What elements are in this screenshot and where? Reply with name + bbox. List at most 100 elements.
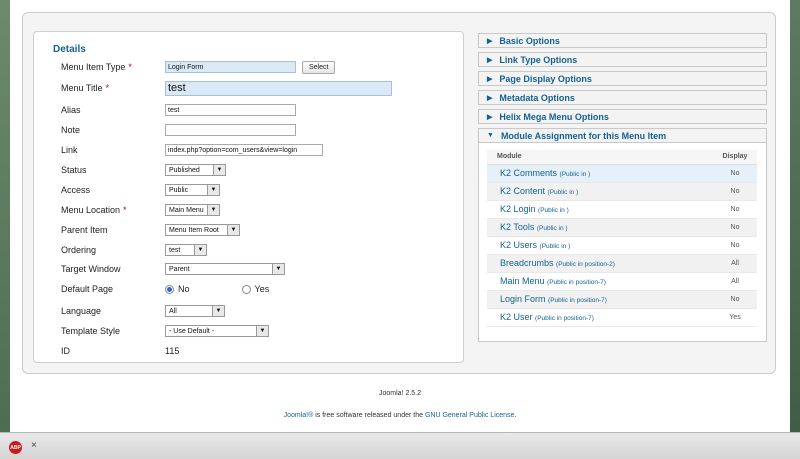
id-label: ID: [61, 346, 70, 356]
status-select[interactable]: Published ▼: [165, 164, 226, 176]
ordering-select[interactable]: test ▼: [165, 244, 207, 256]
joomla-link[interactable]: Joomla!®: [284, 412, 314, 419]
menu-item-type-row: Menu Item Type * Login Form Select: [61, 60, 336, 74]
display-column-header: Display: [713, 150, 757, 165]
module-cell[interactable]: K2 Content (Public in ): [487, 182, 713, 201]
table-row: Login Form (Public in position-7) No: [487, 290, 757, 309]
module-table: Module Display K2 Comments (Public in ) …: [487, 150, 757, 327]
display-cell: No: [713, 200, 757, 219]
display-cell: No: [713, 236, 757, 255]
select-button[interactable]: Select: [302, 60, 336, 74]
menu-item-type-label: Menu Item Type *: [61, 62, 132, 72]
chevron-right-icon: ▶: [487, 94, 493, 102]
default-page-label: Default Page: [61, 284, 114, 294]
module-cell[interactable]: K2 User (Public in position-7): [487, 308, 713, 327]
module-cell[interactable]: Login Form (Public in position-7): [487, 290, 713, 309]
ordering-label: Ordering: [61, 245, 97, 255]
table-row: K2 Content (Public in ) No: [487, 182, 757, 201]
chevron-down-icon: ▼: [194, 245, 206, 255]
panel-helix-mega-menu-options[interactable]: ▶ Helix Mega Menu Options: [478, 109, 767, 124]
alias-row: Alias test: [61, 103, 296, 117]
module-column-header: Module: [487, 150, 713, 165]
access-label: Access: [61, 185, 91, 195]
default-page-yes-radio[interactable]: Yes: [241, 284, 269, 294]
alias-label: Alias: [61, 105, 81, 115]
status-label: Status: [61, 165, 87, 175]
link-label: Link: [61, 145, 78, 155]
details-legend: Details: [51, 44, 88, 55]
id-row: ID 115: [61, 344, 179, 358]
chevron-down-icon: ▼: [256, 326, 268, 336]
background-right: [790, 0, 800, 459]
version-text: Joomla! 2.5.2: [378, 390, 422, 397]
note-input[interactable]: [165, 124, 296, 136]
radio-checked-icon: [165, 284, 174, 294]
details-fieldset: Details Menu Item Type * Login Form Selec…: [33, 31, 464, 363]
default-page-row: Default Page No Yes: [61, 282, 321, 296]
table-row: K2 Tools (Public in ) No: [487, 218, 757, 237]
browser-status-bar: ABP ×: [0, 432, 800, 459]
language-select[interactable]: All ▼: [165, 305, 225, 317]
menu-title-input[interactable]: test: [165, 80, 392, 96]
display-cell: Yes: [713, 308, 757, 327]
radio-unchecked-icon: [241, 284, 251, 294]
chevron-right-icon: ▶: [487, 113, 493, 121]
module-cell[interactable]: Main Menu (Public in position-7): [487, 272, 713, 291]
chevron-down-icon: ▼: [487, 132, 494, 139]
module-assignment-content: Module Display K2 Comments (Public in ) …: [478, 143, 767, 342]
module-cell[interactable]: K2 Comments (Public in ): [487, 164, 713, 183]
table-row: K2 Login (Public in ) No: [487, 200, 757, 219]
module-cell[interactable]: K2 Tools (Public in ): [487, 218, 713, 237]
adblock-icon[interactable]: ABP: [9, 441, 22, 454]
module-cell[interactable]: K2 Users (Public in ): [487, 236, 713, 255]
module-cell[interactable]: Breadcrumbs (Public in position-2): [487, 254, 713, 273]
panel-module-assignment[interactable]: ▼ Module Assignment for this Menu Item: [478, 128, 767, 143]
chevron-right-icon: ▶: [487, 37, 493, 45]
language-row: Language All ▼: [61, 304, 225, 318]
module-cell[interactable]: K2 Login (Public in ): [487, 200, 713, 219]
parent-item-label: Parent Item: [61, 225, 108, 235]
access-select[interactable]: Public ▼: [165, 184, 220, 196]
table-row: Breadcrumbs (Public in position-2) All: [487, 254, 757, 273]
display-cell: No: [713, 218, 757, 237]
target-window-row: Target Window Parent ▼: [61, 262, 285, 276]
chevron-down-icon: ▼: [227, 225, 239, 235]
target-window-select[interactable]: Parent ▼: [165, 263, 285, 275]
table-row: K2 Users (Public in ) No: [487, 236, 757, 255]
template-style-row: Template Style - Use Default - ▼: [61, 324, 269, 338]
parent-item-row: Parent Item Menu Item Root ▼: [61, 223, 240, 237]
id-value: 115: [165, 346, 180, 356]
close-icon[interactable]: ×: [31, 440, 37, 451]
chevron-down-icon: ▼: [207, 205, 219, 215]
menu-location-label: Menu Location *: [61, 205, 127, 215]
table-row: K2 User (Public in position-7) Yes: [487, 308, 757, 327]
panel-metadata-options[interactable]: ▶ Metadata Options: [478, 90, 767, 105]
chevron-down-icon: ▼: [272, 264, 284, 274]
background-left: [0, 0, 10, 459]
display-cell: No: [713, 290, 757, 309]
note-label: Note: [61, 125, 81, 135]
menu-location-select[interactable]: Main Menu ▼: [165, 204, 220, 216]
template-style-select[interactable]: - Use Default - ▼: [165, 325, 269, 337]
gpl-link[interactable]: GNU General Public License: [425, 412, 515, 419]
menu-location-row: Menu Location * Main Menu ▼: [61, 203, 220, 217]
panel-link-type-options[interactable]: ▶ Link Type Options: [478, 52, 767, 67]
display-cell: No: [713, 182, 757, 201]
menu-title-label: Menu Title *: [61, 83, 110, 93]
language-label: Language: [61, 306, 102, 316]
menu-title-row: Menu Title * test: [61, 80, 392, 96]
default-page-no-radio[interactable]: No: [165, 284, 190, 294]
target-window-label: Target Window: [61, 264, 121, 274]
panel-basic-options[interactable]: ▶ Basic Options: [478, 33, 767, 48]
alias-input[interactable]: test: [165, 104, 296, 116]
link-row: Link index.php?option=com_users&view=log…: [61, 143, 323, 157]
display-cell: All: [713, 272, 757, 291]
panel-page-display-options[interactable]: ▶ Page Display Options: [478, 71, 767, 86]
status-row: Status Published ▼: [61, 163, 226, 177]
template-style-label: Template Style: [61, 326, 121, 336]
parent-item-select[interactable]: Menu Item Root ▼: [165, 224, 240, 236]
table-row: Main Menu (Public in position-7) All: [487, 272, 757, 291]
menu-item-type-field: Login Form: [165, 61, 296, 73]
chevron-down-icon: ▼: [207, 185, 219, 195]
page: Details Menu Item Type * Login Form Selec…: [10, 0, 790, 432]
